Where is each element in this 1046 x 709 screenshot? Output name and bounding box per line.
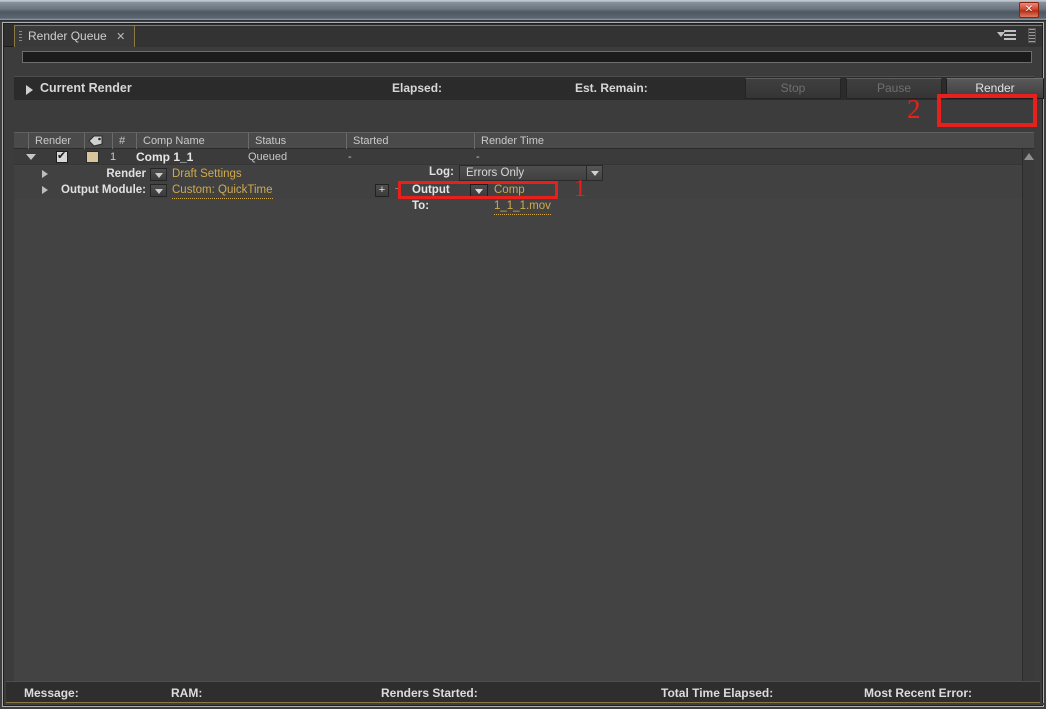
est-remain-label: Est. Remain: xyxy=(575,81,648,95)
remove-output-module-button[interactable]: − xyxy=(391,184,405,197)
column-header-started[interactable]: Started xyxy=(346,133,474,149)
column-header-render[interactable]: Render xyxy=(28,133,84,149)
column-header-status[interactable]: Status xyxy=(248,133,346,149)
row-status: Queued xyxy=(248,151,288,163)
log-row: Log: Errors Only xyxy=(14,165,1022,183)
status-renders-started-label: Renders Started: xyxy=(381,686,478,700)
label-color-swatch[interactable] xyxy=(86,151,99,163)
tab-close-icon[interactable]: ✕ xyxy=(116,31,125,43)
row-render-time: - xyxy=(476,151,480,163)
elapsed-label: Elapsed: xyxy=(392,81,443,95)
panel-grip-icon[interactable] xyxy=(1028,28,1036,43)
row-number: 1 xyxy=(110,151,117,163)
row-comp-name: Comp 1_1 xyxy=(136,150,194,164)
tab-label: Render Queue xyxy=(28,29,107,43)
menu-line xyxy=(1004,38,1016,40)
close-icon[interactable]: ✕ xyxy=(1019,2,1039,18)
add-output-module-button[interactable]: + xyxy=(375,184,389,197)
pause-button[interactable]: Pause xyxy=(846,78,942,99)
status-message-label: Message: xyxy=(24,686,79,700)
output-to-dropdown[interactable] xyxy=(470,184,488,197)
render-checkbox[interactable] xyxy=(56,149,68,163)
log-select-value: Errors Only xyxy=(466,167,525,179)
vertical-scrollbar[interactable] xyxy=(1022,149,1034,703)
row-disclosure-icon[interactable] xyxy=(26,154,36,160)
column-header-comp-name[interactable]: Comp Name xyxy=(136,133,248,149)
column-header-number[interactable]: # xyxy=(112,133,136,149)
tab-render-queue[interactable]: Render Queue ✕ xyxy=(14,25,136,47)
status-bar: Message: RAM: Renders Started: Total Tim… xyxy=(6,681,1040,703)
panel-menu-icon[interactable] xyxy=(997,30,1016,41)
status-ram-label: RAM: xyxy=(171,686,203,700)
label-tag-icon xyxy=(88,135,103,147)
status-total-time-label: Total Time Elapsed: xyxy=(661,686,774,700)
annotation-2: 2 xyxy=(907,94,921,124)
log-label: Log: xyxy=(429,166,454,178)
output-to-label: Output To: xyxy=(412,184,450,212)
tab-strip-empty xyxy=(114,25,1042,47)
disclosure-triangle-icon[interactable] xyxy=(26,85,33,95)
output-module-disclosure-icon[interactable] xyxy=(42,186,48,194)
queue-column-headers: Render # Comp Name Status Started Render… xyxy=(14,132,1034,149)
annotation-1: 1 xyxy=(574,176,586,202)
os-title-bar: ✕ xyxy=(0,0,1046,21)
scroll-up-icon[interactable] xyxy=(1024,153,1034,160)
menu-line xyxy=(1004,30,1016,32)
menu-line xyxy=(1004,34,1016,36)
frame-bottom-edge xyxy=(4,703,1044,705)
render-button[interactable]: Render xyxy=(946,78,1044,99)
table-row[interactable]: 1 Comp 1_1 Queued - - xyxy=(14,149,1022,165)
current-render-title: Current Render xyxy=(40,81,132,95)
panel-tab-bar: Render Queue ✕ xyxy=(4,24,1042,47)
current-render-bar: Current Render Elapsed: Est. Remain: Sto… xyxy=(14,76,1044,100)
render-progress-bar xyxy=(22,51,1032,63)
render-queue-list: 1 Comp 1_1 Queued - - Render Settings: D… xyxy=(14,149,1034,703)
chevron-down-icon xyxy=(586,166,602,180)
render-queue-panel: Render Queue ✕ Current Render Elapsed: E… xyxy=(2,22,1044,707)
output-module-label: Output Module: xyxy=(61,184,146,196)
application-window: ✕ Render Queue ✕ Current Render Elapsed:… xyxy=(0,0,1046,709)
row-started: - xyxy=(348,151,352,163)
output-module-dropdown[interactable] xyxy=(150,184,167,197)
render-progress-strip xyxy=(4,47,1042,68)
tab-grip-icon xyxy=(19,31,22,43)
status-most-recent-error-label: Most Recent Error: xyxy=(864,686,973,700)
output-to-value[interactable]: Comp 1_1_1.mov xyxy=(494,182,551,215)
output-module-value[interactable]: Custom: QuickTime xyxy=(172,182,273,199)
stop-button[interactable]: Stop xyxy=(745,78,841,99)
column-header-render-time[interactable]: Render Time xyxy=(474,133,604,149)
